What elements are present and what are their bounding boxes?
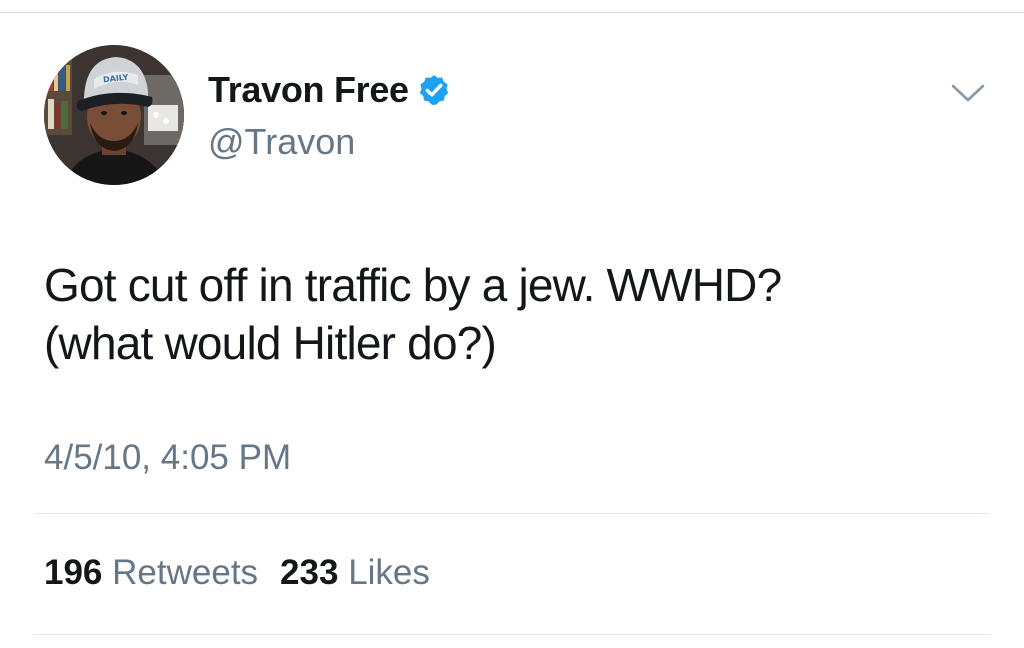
likes-label: Likes [348,553,430,592]
retweets-stat[interactable]: 196 Retweets [44,553,258,592]
author-name[interactable]: Travon Free [208,69,451,111]
tweet-header: DAILY Travon Free @Travon [44,45,1004,187]
display-name-text[interactable]: Travon Free [208,69,409,110]
retweets-count: 196 [44,553,103,592]
tweet-text-line: Got cut off in traffic by a jew. WWHD? [44,259,782,311]
tweet-timestamp[interactable]: 4/5/10, 4:05 PM [44,438,291,478]
tweet-stats: 196 Retweets 233 Likes [44,553,430,593]
chevron-down-icon[interactable] [950,81,986,105]
avatar-image: DAILY [44,45,184,185]
tweet-body: Got cut off in traffic by a jew. WWHD? (… [44,256,994,372]
divider [34,513,990,514]
likes-count: 233 [280,553,339,592]
likes-stat[interactable]: 233 Likes [280,553,430,592]
retweets-label: Retweets [112,553,259,592]
verified-badge-icon [419,75,448,105]
top-divider [0,12,1024,13]
divider [34,634,990,635]
author-handle[interactable]: @Travon [208,121,355,163]
avatar[interactable]: DAILY [44,45,184,185]
tweet-text-line: (what would Hitler do?) [44,317,497,369]
